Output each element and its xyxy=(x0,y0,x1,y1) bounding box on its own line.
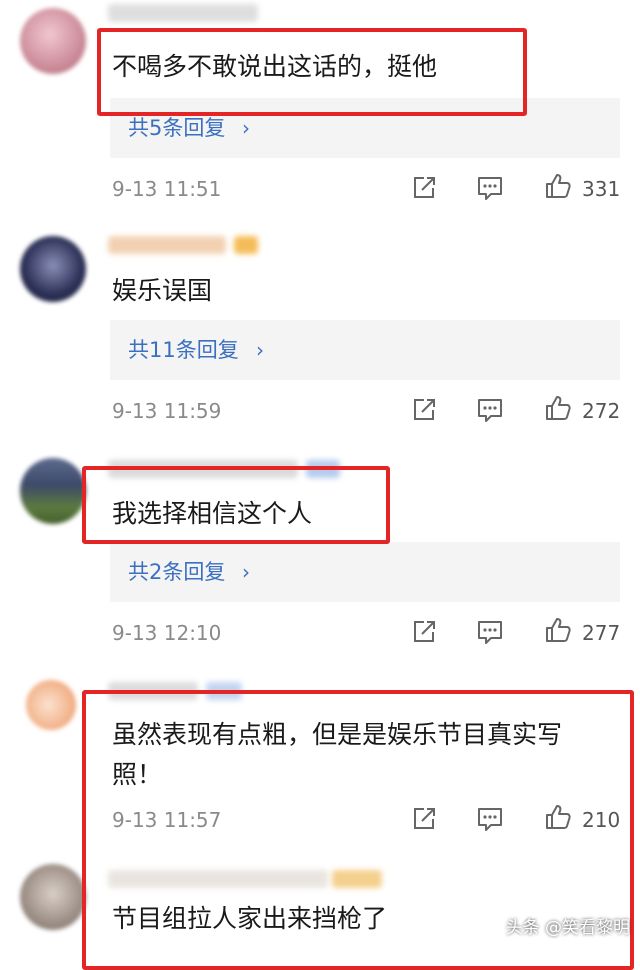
share-icon[interactable] xyxy=(410,174,438,202)
avatar[interactable] xyxy=(20,236,86,302)
comment-timestamp: 9-13 11:51 xyxy=(112,177,222,201)
thumbs-up-icon[interactable] xyxy=(544,394,572,422)
username-blurred[interactable] xyxy=(108,236,226,254)
avatar[interactable] xyxy=(20,8,86,74)
share-icon[interactable] xyxy=(410,396,438,424)
user-badge-blurred xyxy=(234,236,258,254)
reply-count-label: 共11条回复 xyxy=(128,338,239,362)
avatar[interactable] xyxy=(20,864,86,930)
thumbs-up-icon[interactable] xyxy=(544,172,572,200)
username-blurred[interactable] xyxy=(108,4,258,22)
like-count: 277 xyxy=(582,621,621,645)
reply-count-label: 共2条回复 xyxy=(128,560,226,584)
chevron-right-icon: › xyxy=(256,338,264,362)
comment-icon[interactable] xyxy=(476,396,504,424)
highlight-box xyxy=(82,466,390,544)
highlight-box xyxy=(97,28,527,116)
watermark: 头条 @笑看黎明 xyxy=(505,918,630,938)
comment-icon[interactable] xyxy=(476,618,504,646)
reply-thread-link[interactable]: 共11条回复 › xyxy=(110,320,620,380)
comment-timestamp: 9-13 11:59 xyxy=(112,399,222,423)
comment-text: 娱乐误国 xyxy=(112,276,213,305)
thumbs-up-icon[interactable] xyxy=(544,616,572,644)
avatar[interactable] xyxy=(26,680,76,730)
chevron-right-icon: › xyxy=(242,560,250,584)
like-count: 331 xyxy=(582,177,621,201)
avatar[interactable] xyxy=(20,458,86,524)
like-count: 272 xyxy=(582,399,621,423)
comment-icon[interactable] xyxy=(476,174,504,202)
reply-thread-link[interactable]: 共2条回复 › xyxy=(110,542,620,602)
comment-timestamp: 9-13 12:10 xyxy=(112,621,222,645)
share-icon[interactable] xyxy=(410,618,438,646)
